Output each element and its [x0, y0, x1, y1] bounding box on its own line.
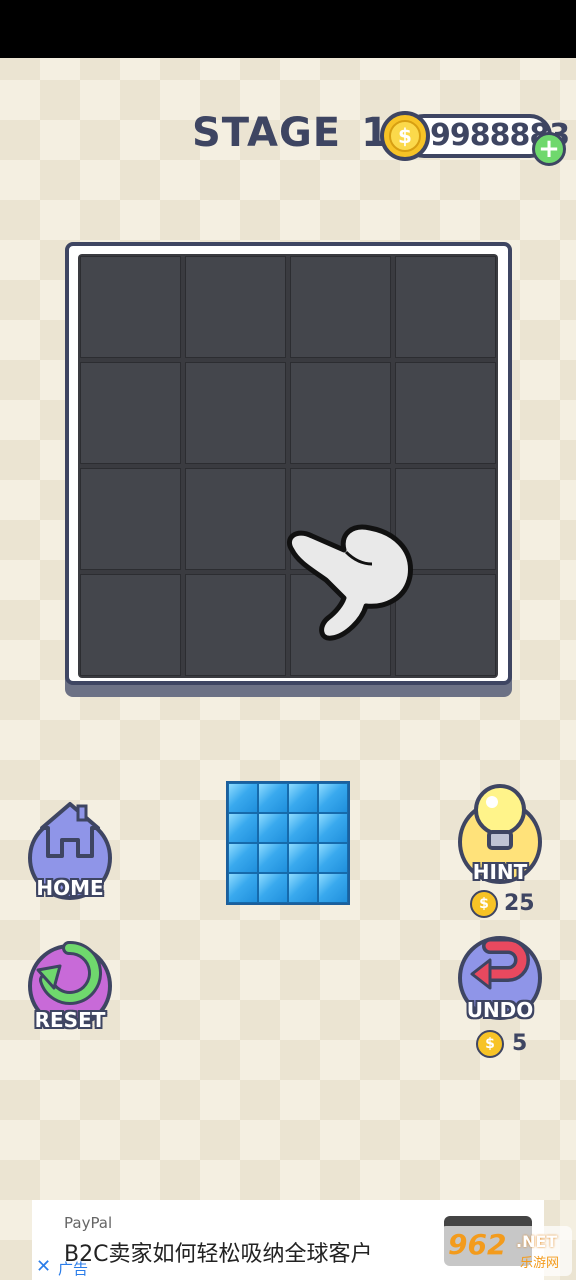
ad-brand: PayPal — [64, 1214, 113, 1232]
piece-block — [258, 813, 288, 843]
coin-icon: $ — [380, 111, 430, 161]
stage-title: STAGE 1 — [192, 110, 390, 160]
ad-close-icon[interactable]: ✕ — [36, 1256, 51, 1277]
piece-block — [228, 813, 258, 843]
house-icon — [40, 802, 100, 858]
piece-block — [318, 813, 348, 843]
watermark-site: 乐游网 — [520, 1256, 560, 1271]
undo-coin-icon: $ — [476, 1030, 504, 1058]
pointing-hand-icon — [287, 524, 413, 641]
board-cell[interactable] — [185, 574, 286, 676]
piece-block — [288, 843, 318, 873]
piece-block — [318, 873, 348, 903]
board-cell[interactable] — [290, 362, 391, 464]
undo-label: UNDO — [466, 998, 534, 1022]
piece-block — [288, 783, 318, 813]
board-cell[interactable] — [80, 362, 181, 464]
board-cell[interactable] — [185, 256, 286, 358]
home-label: HOME — [36, 876, 104, 900]
piece-block — [258, 873, 288, 903]
lightbulb-icon — [474, 784, 526, 850]
watermark-suffix: .NET — [516, 1232, 558, 1251]
undo-cost: 5 — [512, 1031, 528, 1056]
block-piece[interactable] — [226, 781, 350, 905]
undo-icon — [470, 938, 530, 990]
hint-cost: 25 — [504, 891, 535, 916]
hint-coin-icon: $ — [470, 890, 498, 918]
board-cell[interactable] — [185, 468, 286, 570]
reset-icon — [36, 941, 102, 1005]
status-bar — [0, 0, 576, 58]
board-cell[interactable] — [185, 362, 286, 464]
stage-label: STAGE — [192, 110, 342, 156]
piece-block — [318, 843, 348, 873]
add-coins-button[interactable]: + — [532, 132, 566, 166]
board-cell[interactable] — [80, 468, 181, 570]
piece-block — [228, 783, 258, 813]
hint-label: HINT — [472, 860, 528, 884]
ad-text: B2C卖家如何轻松吸纳全球客户 — [64, 1242, 373, 1267]
board-cell[interactable] — [80, 574, 181, 676]
board-cell[interactable] — [80, 256, 181, 358]
board-cell[interactable] — [395, 362, 496, 464]
reset-label: RESET — [34, 1008, 106, 1032]
board-cell[interactable] — [290, 256, 391, 358]
piece-block — [288, 813, 318, 843]
piece-block — [258, 783, 288, 813]
piece-block — [258, 843, 288, 873]
piece-block — [228, 843, 258, 873]
piece-block — [288, 873, 318, 903]
piece-block — [228, 873, 258, 903]
board-cell[interactable] — [395, 256, 496, 358]
watermark-number: 962 — [448, 1228, 507, 1261]
piece-block — [318, 783, 348, 813]
ad-badge: 广告 — [58, 1260, 89, 1278]
